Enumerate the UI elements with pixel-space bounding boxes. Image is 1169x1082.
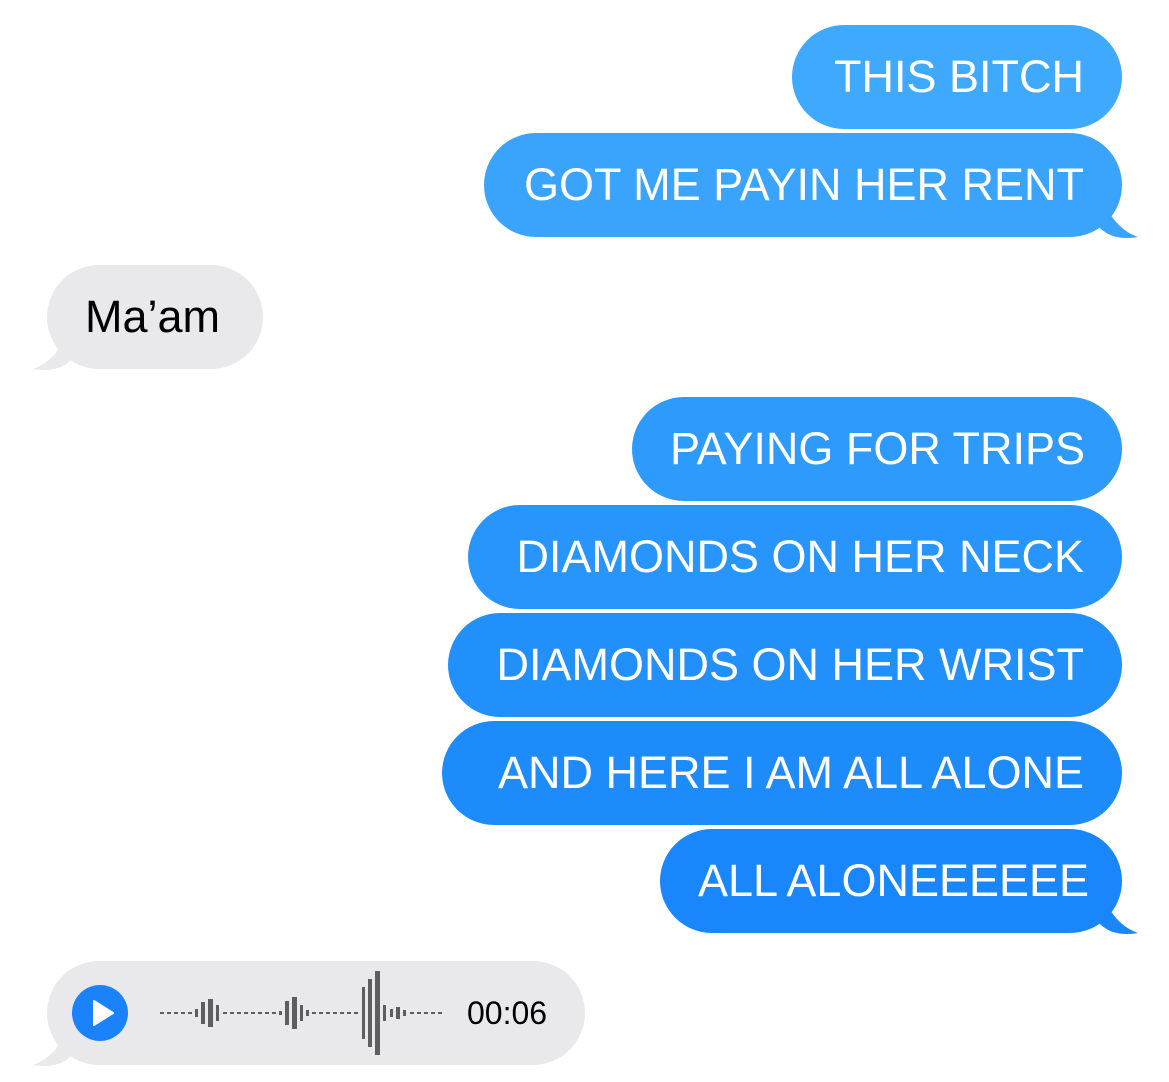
play-button[interactable] bbox=[72, 985, 128, 1041]
bubble-tail bbox=[1100, 886, 1138, 934]
message-bubble-sent[interactable]: ALL ALONEEEEEE bbox=[660, 829, 1122, 933]
message-text: DIAMONDS ON HER NECK bbox=[516, 531, 1084, 582]
message-text: PAYING FOR TRIPS bbox=[670, 423, 1086, 474]
audio-duration: 00:06 bbox=[467, 995, 548, 1031]
bubble-tail bbox=[1100, 190, 1138, 238]
message-bubble-received[interactable]: Ma’am bbox=[47, 265, 263, 369]
play-icon bbox=[93, 1000, 114, 1026]
message-text: DIAMONDS ON HER WRIST bbox=[496, 639, 1084, 690]
message-text: THIS BITCH bbox=[833, 51, 1084, 102]
audio-message-bubble: 00:06 bbox=[47, 961, 585, 1065]
message-bubble-sent[interactable]: DIAMONDS ON HER WRIST bbox=[448, 613, 1122, 717]
message-bubble-sent[interactable]: GOT ME PAYIN HER RENT bbox=[484, 133, 1122, 237]
message-text: AND HERE I AM ALL ALONE bbox=[497, 747, 1084, 798]
message-bubble-sent[interactable]: AND HERE I AM ALL ALONE bbox=[442, 721, 1122, 825]
message-bubble-sent[interactable]: DIAMONDS ON HER NECK bbox=[468, 505, 1122, 609]
audio-waveform[interactable] bbox=[160, 967, 450, 1059]
bubble-tail bbox=[33, 1018, 71, 1066]
message-text: Ma’am bbox=[85, 291, 221, 342]
bubble-tail bbox=[33, 322, 71, 370]
message-text: GOT ME PAYIN HER RENT bbox=[523, 159, 1084, 210]
message-bubble-sent[interactable]: THIS BITCH bbox=[792, 25, 1122, 129]
message-text: ALL ALONEEEEEE bbox=[698, 855, 1090, 906]
message-bubble-sent[interactable]: PAYING FOR TRIPS bbox=[632, 397, 1122, 501]
